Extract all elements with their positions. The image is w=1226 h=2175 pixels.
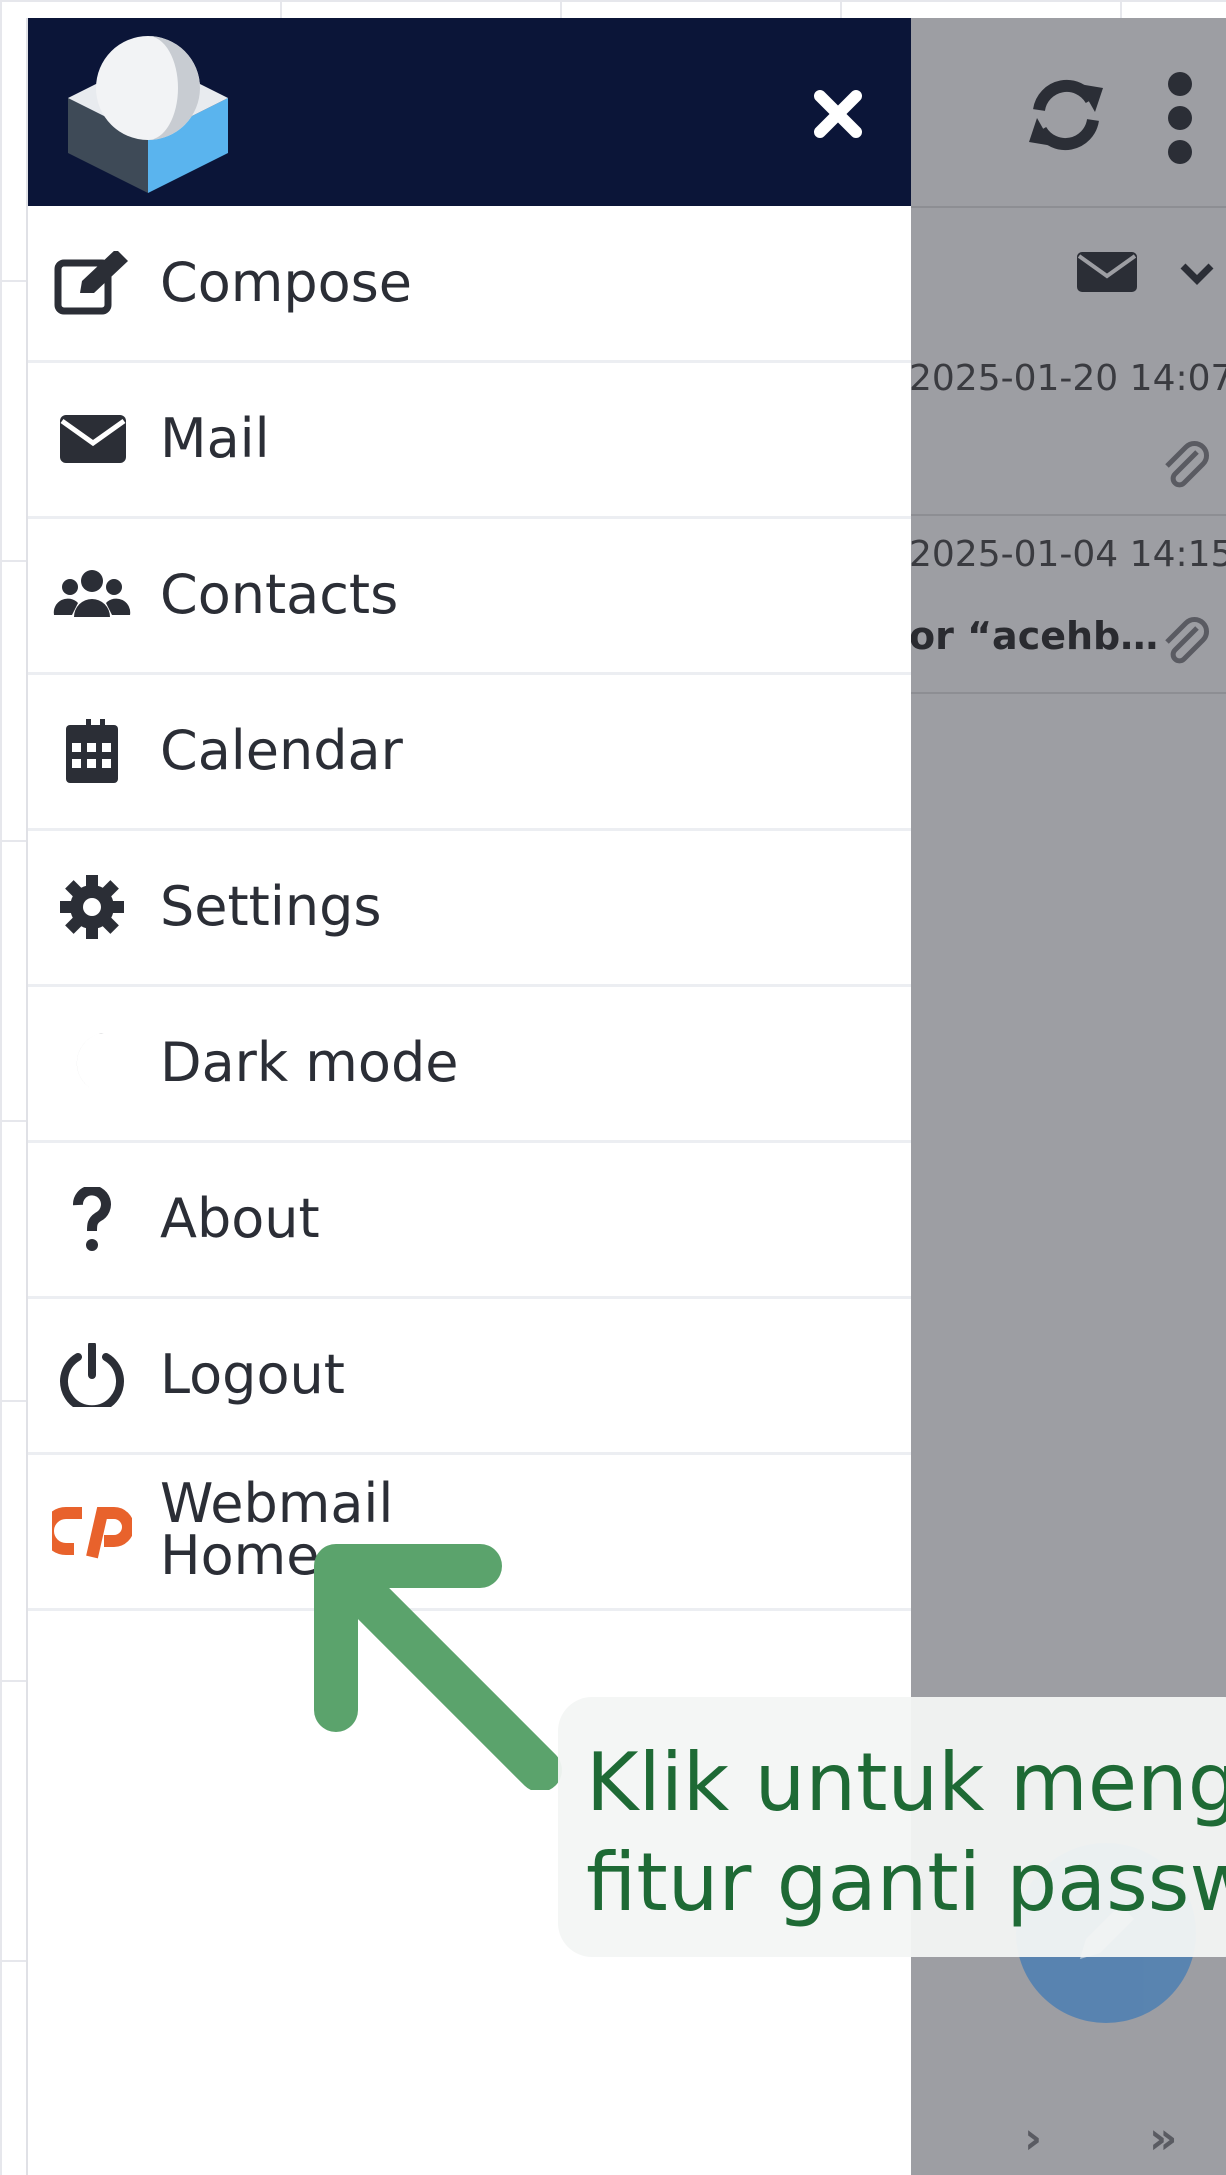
menu-item-compose[interactable]: Compose: [28, 206, 911, 363]
annotation-text-line2: fitur ganti passw: [586, 1836, 1226, 1929]
envelope-icon[interactable]: [1077, 248, 1137, 296]
menu-item-settings[interactable]: Settings: [28, 830, 911, 987]
compose-icon: [54, 251, 128, 315]
menu-item-mail[interactable]: Mail: [28, 362, 911, 519]
moon-icon: [76, 1033, 110, 1094]
message-subject: or “acehb…: [909, 614, 1159, 658]
menu-item-label: Calendar: [160, 719, 403, 782]
menu-item-contacts[interactable]: Contacts: [28, 518, 911, 675]
list-item[interactable]: 2025-01-04 14:15 or “acehb…: [909, 516, 1226, 694]
annotation-arrow-icon: [314, 1544, 562, 1790]
menu-item-label: Dark mode: [160, 1031, 459, 1094]
more-vertical-icon[interactable]: [1165, 70, 1195, 166]
gear-icon: [60, 875, 124, 939]
menu-item-label: About: [160, 1187, 320, 1250]
menu-item-label: Logout: [160, 1343, 345, 1406]
power-icon: [60, 1343, 124, 1407]
paperclip-icon: [1165, 441, 1209, 488]
paperclip-icon: [1165, 617, 1209, 664]
chevron-down-icon[interactable]: [1179, 258, 1215, 288]
menu-item-about[interactable]: About: [28, 1142, 911, 1299]
menu-item-label: Compose: [160, 251, 413, 314]
mail-toolbar: [909, 18, 1226, 208]
menu-item-logout[interactable]: Logout: [28, 1298, 911, 1455]
last-page-button[interactable]: »: [1149, 2113, 1177, 2164]
annotation-callout: Klik untuk meng fitur ganti passw: [558, 1697, 1226, 1957]
mail-icon: [60, 415, 126, 463]
menu-item-label: Contacts: [160, 563, 399, 626]
next-page-button[interactable]: ›: [1024, 2113, 1042, 2164]
close-icon[interactable]: [810, 86, 866, 142]
calendar-icon: [66, 719, 118, 783]
refresh-icon[interactable]: [1021, 70, 1111, 160]
question-icon: [73, 1187, 111, 1251]
menu-item-label: Settings: [160, 875, 382, 938]
drawer-header: [28, 18, 911, 206]
menu-item-label: Mail: [160, 407, 270, 470]
contacts-icon: [53, 570, 131, 617]
menu-item-dark-mode[interactable]: Dark mode: [28, 986, 911, 1143]
annotation-text-line1: Klik untuk meng: [586, 1736, 1226, 1829]
cpanel-icon: [52, 1507, 132, 1559]
message-date: 2025-01-04 14:15: [909, 534, 1226, 575]
list-item[interactable]: 2025-01-20 14:07: [909, 336, 1226, 516]
roundcube-logo-icon: [68, 36, 228, 193]
menu-item-calendar[interactable]: Calendar: [28, 674, 911, 831]
message-date: 2025-01-20 14:07: [909, 358, 1226, 399]
